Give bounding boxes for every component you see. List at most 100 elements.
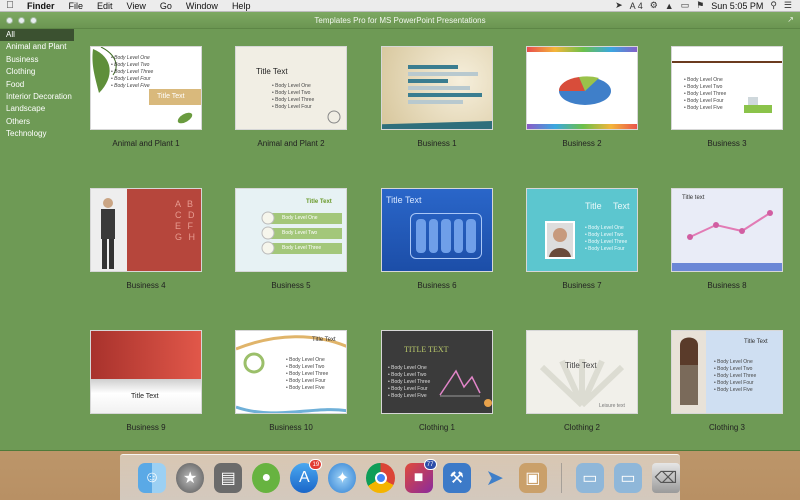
wifi-icon[interactable]: ▲ [665,1,674,11]
bullet-list: Body Level OneBody Level TwoBody Level T… [388,365,430,400]
gear-icon[interactable]: ⚙ [650,0,658,11]
template-name: Clothing 3 [708,423,746,432]
title-bar[interactable]: Templates Pro for MS PowerPoint Presenta… [0,12,800,29]
search-icon[interactable]: ⚲ [770,0,777,11]
clock[interactable]: Sun 5:05 PM [711,1,763,11]
menu-view[interactable]: View [120,0,153,12]
location-icon[interactable]: ➤ [615,0,623,11]
cube-app-badge: 77 [423,459,437,470]
category-clothing[interactable]: Clothing [0,66,74,78]
category-interior-decoration[interactable]: Interior Decoration [0,91,74,103]
template-thumbnail[interactable]: TITLE TEXT Body Level OneBody Level TwoB… [381,330,493,414]
template-tile[interactable]: Title Text Body Level One Body Level Two… [235,188,347,290]
template-thumbnail[interactable]: Title text [671,188,783,272]
slide-title: Title Text [312,337,336,343]
menu-app-name[interactable]: Finder [20,0,62,12]
adobe-icon[interactable]: A 4 [630,1,643,11]
category-technology[interactable]: Technology [0,128,74,140]
safari-icon[interactable]: ✦ [328,463,357,493]
template-thumbnail[interactable]: Title Text Body Level OneBody Level TwoB… [526,188,638,272]
bullet-list: Body Level OneBody Level TwoBody Level T… [111,55,153,90]
list-icon[interactable]: ☰ [784,0,792,11]
frog-app-icon[interactable]: ● [252,463,281,493]
dashboard-icon[interactable]: ▤ [214,463,243,493]
bullet-list: Body Level OneBody Level TwoBody Level T… [286,357,328,392]
template-tile[interactable]: Body Level OneBody Level TwoBody Level T… [671,46,783,148]
finder-icon[interactable]: ☺ [138,463,167,493]
template-tile[interactable]: Title Text Body Level OneBody Level TwoB… [235,46,347,148]
xcode-icon[interactable]: ⚒ [442,463,471,493]
template-tile[interactable]: Title Text Leisure text Clothing 2 [526,330,638,432]
trash-icon[interactable]: ⌫ [651,463,681,493]
template-thumbnail[interactable]: Title Text Body Level OneBody Level TwoB… [235,330,347,414]
category-food[interactable]: Food [0,79,74,91]
category-others[interactable]: Others [0,116,74,128]
menu-bar:  Finder File Edit View Go Window Help ➤… [0,0,800,12]
template-tile[interactable]: Title Text Body Level OneBody Level TwoB… [235,330,347,432]
template-thumbnail[interactable]: A B C D E F G H [90,188,202,272]
template-thumbnail[interactable]: Title Text [90,330,202,414]
template-tile[interactable]: Title Text Body Level OneBody Level TwoB… [526,188,638,290]
menu-file[interactable]: File [62,0,91,12]
app-store-icon[interactable]: A 19 [290,459,323,493]
menu-go[interactable]: Go [153,0,179,12]
slide-title: Title Text [256,67,288,76]
template-thumbnail[interactable]: Title Text Body Level One Body Level Two… [235,188,347,272]
slide-title: Title Text [157,93,185,100]
slide-title: Title Text [565,361,597,370]
template-tile[interactable]: Body Level OneBody Level TwoBody Level T… [90,46,202,148]
bullet-list: Body Level OneBody Level TwoBody Level T… [684,77,726,112]
template-thumbnail[interactable]: Title Text [381,188,493,272]
apple-icon[interactable]:  [0,0,20,11]
timeline-icon [687,210,773,240]
paper-plane-icon[interactable]: ➤ [481,463,509,493]
template-thumbnail[interactable] [381,46,493,130]
template-name: Business 10 [269,423,313,432]
launchpad-icon[interactable]: ★ [176,463,205,493]
template-name: Animal and Plant 2 [257,139,325,148]
template-tile[interactable]: TITLE TEXT Body Level OneBody Level TwoB… [381,330,493,432]
flag-icon[interactable]: ⚑ [696,0,704,11]
template-name: Business 9 [126,423,166,432]
cube-app-icon[interactable]: ■ 77 [404,459,437,493]
template-thumbnail[interactable]: Title Text Body Level OneBody Level TwoB… [671,330,783,414]
template-name: Business 6 [417,281,457,290]
bullet-list: Body Level OneBody Level TwoBody Level T… [714,359,756,394]
template-tile[interactable]: Title Text Business 6 [381,188,493,290]
template-tile[interactable]: Title Text Business 9 [90,330,202,432]
template-thumbnail[interactable]: Body Level OneBody Level TwoBody Level T… [671,46,783,130]
template-tile[interactable]: Title Text Body Level OneBody Level TwoB… [671,330,783,432]
chrome-icon[interactable] [366,463,395,493]
model-icon [680,337,698,405]
template-tile[interactable]: Business 1 [381,46,493,148]
template-tile[interactable]: Business 2 [526,46,638,148]
box-icon[interactable]: ▣ [518,463,547,493]
fullscreen-icon[interactable]: ↗ [787,15,794,24]
template-name: Clothing 1 [418,423,456,432]
template-name: Business 8 [707,281,747,290]
folder-icon[interactable]: ▭ [613,463,642,493]
template-tile[interactable]: A B C D E F G H Business 4 [90,188,202,290]
template-thumbnail[interactable] [526,46,638,130]
battery-icon[interactable]: ▭ [681,0,690,11]
template-thumbnail[interactable]: Title Text Leisure text [526,330,638,414]
businessman-icon [101,198,115,269]
slide-title-a: Title [585,201,602,211]
template-name: Business 7 [562,281,602,290]
template-thumbnail[interactable]: Title Text Body Level OneBody Level TwoB… [235,46,347,130]
folder-icon[interactable]: ▭ [575,463,604,493]
category-animal-and-plant[interactable]: Animal and Plant [0,41,74,53]
slide-title: Title Text [306,199,332,205]
category-all[interactable]: All [0,29,74,42]
chart-icon [439,369,481,397]
category-landscape[interactable]: Landscape [0,103,74,115]
category-business[interactable]: Business [0,54,74,66]
menu-edit[interactable]: Edit [90,0,120,12]
template-thumbnail[interactable]: Body Level OneBody Level TwoBody Level T… [90,46,202,130]
menu-help[interactable]: Help [225,0,258,12]
category-sidebar: All Animal and Plant Business Clothing F… [0,29,74,451]
menu-window[interactable]: Window [179,0,225,12]
template-tile[interactable]: Title text Business 8 [671,188,783,290]
slide-title: Title Text [744,339,768,345]
gear-decoration-icon [243,352,265,374]
